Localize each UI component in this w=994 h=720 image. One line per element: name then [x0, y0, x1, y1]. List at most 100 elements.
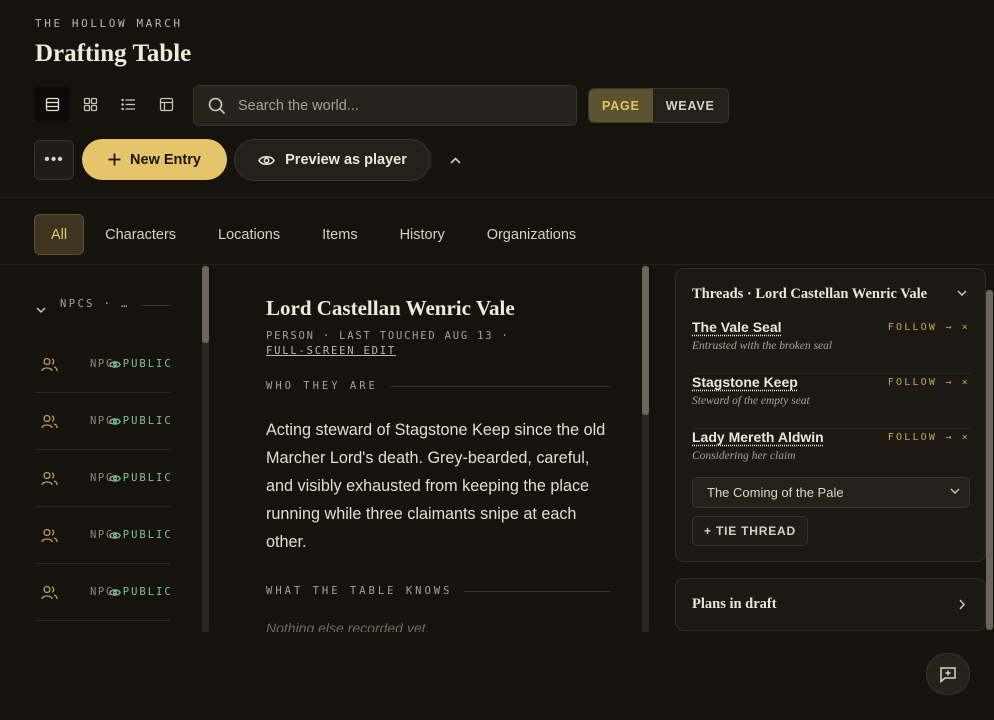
- section-title: WHO THEY ARE: [266, 380, 378, 392]
- chevron-down-icon: [36, 307, 46, 313]
- grid-view-icon: [83, 97, 97, 112]
- empty-notes: Nothing else recorded yet.: [266, 620, 430, 632]
- chevron-right-icon: [959, 599, 965, 610]
- chevron-down-icon[interactable]: [957, 290, 967, 296]
- visibility-badge: PUBLIC: [122, 472, 170, 484]
- view-switcher: [34, 87, 184, 122]
- tab-locations[interactable]: Locations: [197, 214, 301, 255]
- list-item[interactable]: NPC PUBLIC: [34, 451, 170, 507]
- list-item[interactable]: NPC PUBLIC: [34, 508, 170, 564]
- people-icon: [41, 528, 58, 543]
- thread-item: The Vale Seal Entrusted with the broken …: [692, 319, 970, 374]
- visible-eye-icon: [108, 531, 121, 540]
- visibility-badge: PUBLIC: [122, 586, 170, 598]
- table-view-button[interactable]: [148, 87, 184, 122]
- tab-organizations[interactable]: Organizations: [466, 214, 597, 255]
- thread-target-select[interactable]: The Coming of the Pale: [692, 477, 970, 508]
- search-placeholder: Search the world...: [238, 97, 359, 114]
- thread-target-value: The Coming of the Pale: [707, 485, 844, 500]
- outline-view-button[interactable]: [110, 87, 146, 122]
- plans-panel[interactable]: Plans in draft: [675, 578, 986, 631]
- section-title: WHAT THE TABLE KNOWS: [266, 585, 453, 597]
- search-icon: [208, 97, 226, 114]
- tab-all[interactable]: All: [34, 214, 85, 255]
- entry-meta: PERSON · LAST TOUCHED AUG 13 ·: [266, 330, 510, 342]
- thread-name[interactable]: Stagstone Keep: [692, 374, 798, 390]
- list-view-button[interactable]: [34, 87, 70, 122]
- comment-add-icon: [940, 667, 956, 683]
- mode-toggle: PAGE WEAVE: [588, 88, 729, 123]
- chevron-down-icon: [950, 488, 960, 494]
- mode-page-button[interactable]: PAGE: [589, 89, 653, 122]
- visibility-badge: PUBLIC: [122, 529, 170, 541]
- plus-icon: [108, 153, 121, 166]
- outline-view-icon: [120, 98, 135, 111]
- article-scrollbar-thumb[interactable]: [642, 266, 649, 415]
- threads-panel: Threads · Lord Castellan Wenric Vale The…: [675, 268, 986, 562]
- tabs-divider: [0, 264, 994, 265]
- thread-name[interactable]: The Vale Seal: [692, 319, 782, 335]
- list-item[interactable]: NPC PUBLIC: [34, 565, 170, 621]
- people-icon: [41, 357, 58, 372]
- table-view-icon: [159, 97, 173, 112]
- preview-as-player-button[interactable]: Preview as player: [234, 139, 431, 181]
- add-comment-button[interactable]: [926, 653, 970, 695]
- npcs-group-header[interactable]: NPCS · …: [34, 298, 170, 318]
- grid-view-button[interactable]: [72, 87, 108, 122]
- people-icon: [41, 471, 58, 486]
- visible-eye-icon: [108, 360, 121, 369]
- full-screen-edit-link[interactable]: FULL-SCREEN EDIT: [266, 345, 396, 357]
- mode-weave-button[interactable]: WEAVE: [652, 89, 728, 122]
- visible-eye-icon: [108, 474, 121, 483]
- more-icon: •••: [44, 151, 64, 168]
- entry-article: Lord Castellan Wenric Vale PERSON · LAST…: [266, 266, 611, 632]
- page-title: Drafting Table: [35, 40, 192, 67]
- search-input[interactable]: Search the world...: [193, 85, 577, 126]
- visible-eye-icon: [108, 588, 121, 597]
- panel-scrollbar-thumb[interactable]: [986, 290, 993, 630]
- people-icon: [41, 414, 58, 429]
- plans-title: Plans in draft: [692, 596, 777, 612]
- entry-list: NPCS · … NPC PUBLIC NPC PUBLIC NPC PUBLIC N…: [34, 266, 170, 632]
- section-rule: [464, 590, 611, 592]
- section-heading: WHO THEY ARE: [266, 380, 611, 392]
- thread-relation: Entrusted with the broken seal: [692, 340, 833, 352]
- tab-items[interactable]: Items: [301, 214, 378, 255]
- threads-title: Threads · Lord Castellan Wenric Vale: [692, 286, 928, 302]
- section-rule: [389, 385, 611, 387]
- list-item[interactable]: NPC PUBLIC: [34, 337, 170, 393]
- section-heading: WHAT THE TABLE KNOWS: [266, 585, 611, 597]
- list-item[interactable]: NPC PUBLIC: [34, 394, 170, 450]
- new-entry-button[interactable]: New Entry: [82, 139, 227, 180]
- preview-label: Preview as player: [285, 152, 407, 168]
- collapse-toolbar-button[interactable]: [444, 150, 466, 170]
- thread-item: Stagstone Keep Steward of the empty seat…: [692, 374, 970, 429]
- thread-relation: Considering her claim: [692, 450, 796, 462]
- new-entry-label: New Entry: [130, 151, 201, 168]
- chevron-up-icon: [449, 156, 461, 164]
- thread-name[interactable]: Lady Mereth Aldwin: [692, 429, 824, 445]
- tie-thread-button[interactable]: + TIE THREAD: [692, 516, 808, 546]
- follow-thread-button[interactable]: FOLLOW → ×: [888, 432, 970, 443]
- visibility-badge: PUBLIC: [122, 358, 170, 370]
- visible-eye-icon: [108, 417, 121, 426]
- category-tabs: All Characters Locations Items History O…: [34, 214, 597, 255]
- list-view-icon: [45, 97, 59, 112]
- visibility-badge: PUBLIC: [122, 415, 170, 427]
- follow-thread-button[interactable]: FOLLOW → ×: [888, 377, 970, 388]
- thread-relation: Steward of the empty seat: [692, 395, 810, 407]
- tab-history[interactable]: History: [379, 214, 466, 255]
- entry-description: Acting steward of Stagstone Keep since t…: [266, 421, 606, 551]
- toolbar-divider: [0, 197, 994, 198]
- tab-characters[interactable]: Characters: [84, 214, 197, 255]
- world-name: THE HOLLOW MARCH: [35, 17, 183, 30]
- entry-title: Lord Castellan Wenric Vale: [266, 296, 515, 320]
- more-options-button[interactable]: •••: [34, 140, 74, 180]
- list-scrollbar-thumb[interactable]: [202, 266, 209, 343]
- group-label: NPCS · …: [60, 298, 130, 310]
- eye-icon: [258, 155, 275, 165]
- follow-thread-button[interactable]: FOLLOW → ×: [888, 322, 970, 333]
- group-rule: [142, 305, 170, 306]
- people-icon: [41, 585, 58, 600]
- thread-item: Lady Mereth Aldwin Considering her claim…: [692, 429, 970, 484]
